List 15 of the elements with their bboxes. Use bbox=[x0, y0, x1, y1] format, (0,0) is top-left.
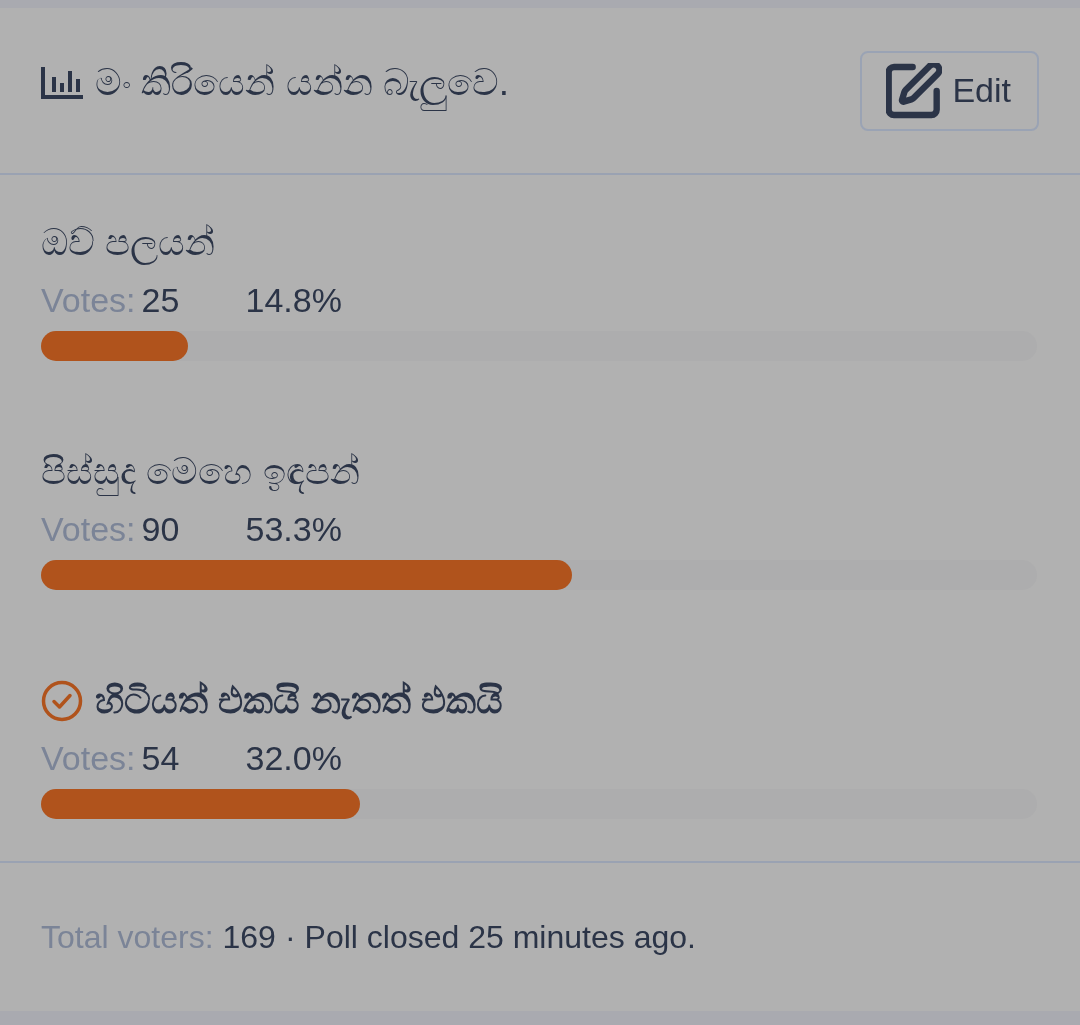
vote-percent: 14.8% bbox=[245, 280, 342, 321]
edit-button[interactable]: Edit bbox=[860, 50, 1039, 131]
poll-status: Poll closed 25 minutes ago. bbox=[304, 918, 696, 957]
vote-count: 25 bbox=[141, 280, 181, 321]
option-label: පිස්සුද මෙහෙ ඉඳපන් bbox=[41, 447, 360, 497]
total-voters-count: 169 bbox=[222, 918, 276, 957]
vote-count: 54 bbox=[141, 738, 181, 779]
vote-count: 90 bbox=[141, 509, 181, 550]
bar-chart-icon bbox=[41, 66, 83, 99]
vote-percent: 53.3% bbox=[245, 509, 342, 550]
separator-text: · bbox=[284, 918, 296, 957]
option-label: හිටියත් එකයි නැතත් එකයි bbox=[95, 679, 503, 723]
edit-icon bbox=[886, 62, 943, 119]
vote-percent: 32.0% bbox=[245, 738, 342, 779]
option-label: ඔව් පලයන් bbox=[41, 221, 216, 267]
